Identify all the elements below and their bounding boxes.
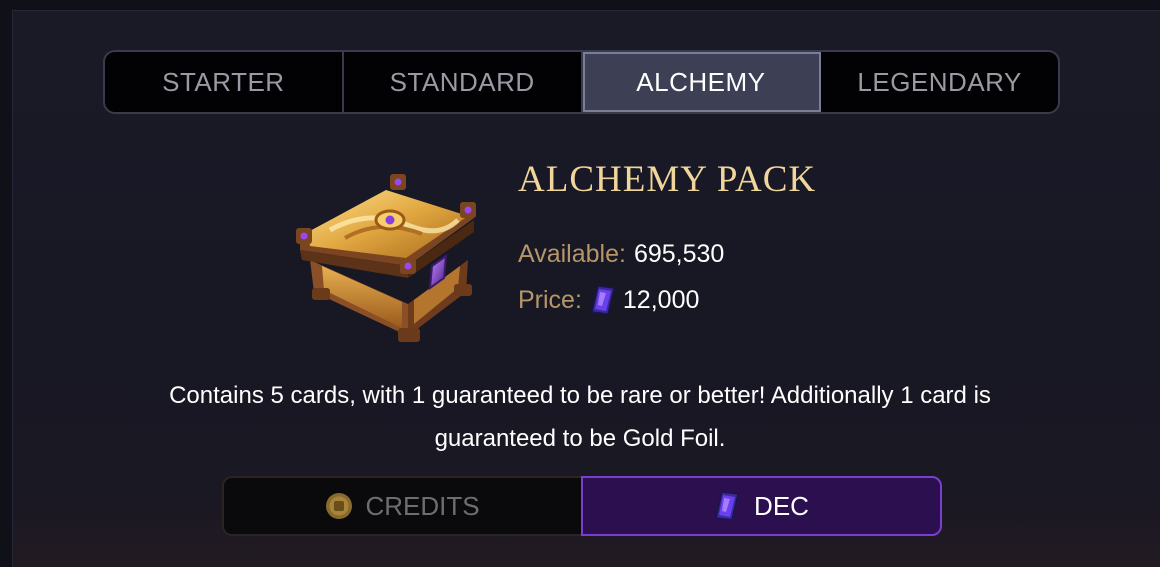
dec-gem-icon (715, 491, 739, 521)
credits-coin-icon (326, 493, 353, 519)
price-label: Price: (518, 285, 582, 314)
dec-gem-icon (590, 285, 615, 315)
credits-label: CREDITS (365, 490, 480, 521)
pack-description: Contains 5 cards, with 1 guaranteed to b… (80, 374, 1080, 460)
available-value: 695,530 (633, 240, 725, 268)
available-label: Available: (518, 240, 626, 268)
pack-type-tabs: STARTER STANDARD ALCHEMY LEGENDARY (103, 50, 1060, 114)
tab-starter[interactable]: STARTER (105, 52, 344, 112)
price-row: Price: 12,000 (518, 284, 699, 316)
dec-label: DEC (754, 490, 809, 521)
tab-legendary[interactable]: LEGENDARY (821, 52, 1058, 112)
dec-button[interactable]: DEC (581, 476, 942, 536)
treasure-chest-icon (296, 174, 476, 342)
availability-row: Available: 695,530 (518, 240, 724, 269)
description-line-1: Contains 5 cards, with 1 guaranteed to b… (169, 382, 991, 409)
credits-button[interactable]: CREDITS (222, 476, 581, 536)
description-line-2: guaranteed to be Gold Foil. (434, 425, 726, 452)
tab-standard[interactable]: STANDARD (344, 52, 583, 112)
pack-title: ALCHEMY PACK (518, 159, 817, 200)
tab-alchemy[interactable]: ALCHEMY (582, 52, 822, 112)
currency-toggle: CREDITS DEC (222, 476, 942, 536)
price-value: 12,000 (622, 285, 700, 314)
